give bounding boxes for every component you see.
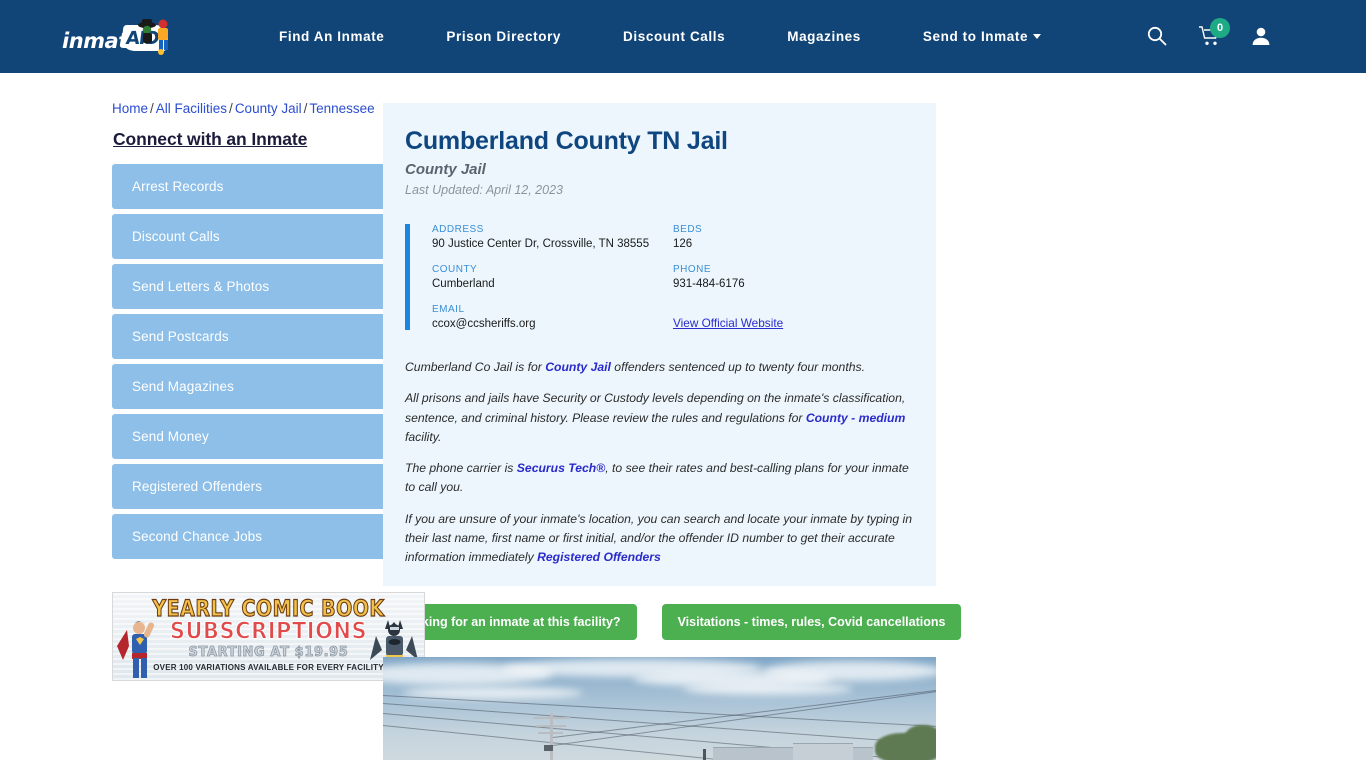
detail-value: 126 [673,238,693,250]
logo-mascot-icon [138,18,168,55]
cart-icon[interactable]: 0 [1198,17,1230,49]
view-official-website-link[interactable]: View Official Website [673,316,783,330]
detail-value: ccox@ccsheriffs.org [432,318,536,330]
breadcrumb-item-county-jail[interactable]: County Jail [235,101,302,116]
facility-street-view-photo [383,656,936,760]
paragraph-text: offenders sentenced up to twenty four mo… [610,360,865,374]
detail-label: COUNTY [432,264,478,275]
facility-info-card: Cumberland County TN Jail County Jail La… [383,103,936,586]
detail-label: EMAIL [432,304,465,315]
breadcrumb-item-all-facilities[interactable]: All Facilities [156,101,227,116]
tree-foliage [903,724,936,760]
registered-offenders-link[interactable]: Registered Offenders [537,550,661,564]
nav-links-group: Find An Inmate Prison Directory Discount… [248,29,1146,44]
county-jail-link[interactable]: County Jail [545,360,611,374]
breadcrumb-separator: / [229,101,233,116]
description-paragraph-2: All prisons and jails have Security or C… [405,389,914,447]
detail-website: View Official Website [673,304,914,330]
paragraph-text: Cumberland Co Jail is for [405,360,546,374]
detail-value: 90 Justice Center Dr, Crossville, TN 385… [432,238,650,250]
user-account-icon[interactable] [1250,25,1272,49]
paragraph-text: facility. [405,429,442,444]
pole-crossarm [533,716,570,719]
detail-address: ADDRESS 90 Justice Center Dr, Crossville… [432,224,673,250]
nav-magazines[interactable]: Magazines [756,29,892,44]
nav-find-an-inmate[interactable]: Find An Inmate [248,29,415,44]
paragraph-text: The phone carrier is [405,461,517,476]
nav-send-to-inmate[interactable]: Send to Inmate [892,29,1072,44]
description-paragraph-3: The phone carrier is Securus Tech®, to s… [405,459,914,498]
site-logo[interactable]: inmate AID [60,16,178,58]
ad-price-line: STARTING AT $19.95 [188,645,349,661]
cart-count-badge: 0 [1210,17,1230,38]
securus-tech-link[interactable]: Securus Tech® [517,461,605,475]
pole-crossarm [536,724,566,727]
ad-headline-line2: SUBSCRIPTIONS [169,617,368,645]
detail-label: PHONE [673,264,712,275]
detail-email: EMAIL ccox@ccsheriffs.org [432,304,673,330]
building-structure [793,742,853,760]
pole-crossarm [538,731,563,734]
pole-transformer [544,744,553,751]
detail-value: Cumberland [432,278,495,290]
detail-county: COUNTY Cumberland [432,264,673,290]
breadcrumb-separator: / [303,101,308,116]
nav-prison-directory[interactable]: Prison Directory [415,29,592,44]
breadcrumb-separator: / [150,101,154,116]
sidebar-heading: Connect with an Inmate [113,129,308,149]
comic-book-subscription-ad[interactable]: YEARLY COMIC BOOK SUBSCRIPTIONS STARTING… [112,592,425,681]
page-body: Home / All Facilities / County Jail / Tennesse… [0,73,1366,760]
top-navigation-bar: inmate AID Find An Inmate Prison Directo… [0,0,1366,73]
nav-icons-group: 0 [1146,17,1342,49]
cloud-shape [683,682,853,695]
breadcrumb-item-home[interactable]: Home [112,101,148,116]
facility-details-grid: ADDRESS 90 Justice Center Dr, Crossville… [410,224,914,330]
power-line [383,702,936,748]
ad-subtext-line: OVER 100 VARIATIONS AVAILABLE FOR EVERY … [153,663,384,672]
cloud-shape [763,660,936,681]
search-icon[interactable] [1146,25,1168,49]
nav-send-to-inmate-label: Send to Inmate [922,29,1029,44]
facility-details-block: ADDRESS 90 Justice Center Dr, Crossville… [405,224,914,330]
county-medium-link[interactable]: County - medium [806,411,906,425]
chevron-down-icon [1033,34,1042,39]
detail-value: 931-484-6176 [673,278,745,290]
left-sidebar-column: Home / All Facilities / County Jail / Tennesse… [0,73,434,760]
page-title: Cumberland County TN Jail [405,127,728,155]
description-paragraph-1: Cumberland Co Jail is for County Jail of… [405,358,914,377]
breadcrumb: Home / All Facilities / County Jail / Tennesse… [112,87,375,122]
visitations-button[interactable]: Visitations - times, rules, Covid cancel… [661,603,962,640]
main-content-column: Cumberland County TN Jail County Jail La… [345,73,1366,760]
facility-type: County Jail [405,161,486,178]
detail-phone: PHONE 931-484-6176 [673,264,914,290]
description-paragraph-4: If you are unsure of your inmate's locat… [405,510,914,568]
traffic-signal-pole [703,748,706,760]
utility-pole [550,712,553,760]
detail-label: ADDRESS [432,224,484,235]
last-updated-text: Last Updated: April 12, 2023 [405,183,563,197]
action-buttons-row: Looking for an inmate at this facility? … [383,603,1366,640]
nav-discount-calls[interactable]: Discount Calls [592,29,756,44]
detail-beds: BEDS 126 [673,224,914,250]
detail-label: BEDS [673,224,703,235]
facility-description: Cumberland Co Jail is for County Jail of… [405,358,914,568]
